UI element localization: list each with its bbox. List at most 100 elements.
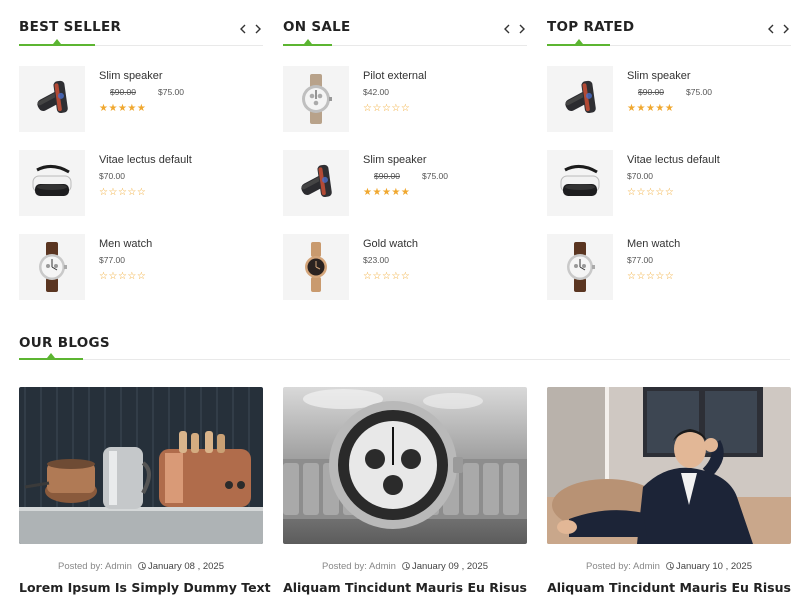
best-seller-section: BEST SELLER xyxy=(19,0,263,46)
star-icon: ★ xyxy=(136,103,147,114)
product-item[interactable]: Slim speaker $90.00 $75.00 ★★★★★ xyxy=(283,150,527,216)
old-price: $90.00 xyxy=(638,87,664,97)
product-item[interactable]: Vitae lectus default $70.00 ☆☆☆☆☆ xyxy=(19,150,263,216)
product-thumbnail[interactable] xyxy=(283,66,349,132)
star-icon: ☆ xyxy=(372,271,382,282)
post-date: January 09 , 2025 xyxy=(411,561,488,572)
star-icon: ☆ xyxy=(391,271,401,282)
star-rating: ☆☆☆☆☆ xyxy=(627,187,674,198)
product-thumbnail[interactable] xyxy=(19,234,85,300)
product-item[interactable]: Men watch $77.00 ☆☆☆☆☆ xyxy=(547,234,791,300)
star-icon: ☆ xyxy=(117,271,128,282)
star-rating: ☆☆☆☆☆ xyxy=(627,271,674,282)
blog-title-link[interactable]: Aliquam Tincidunt Mauris Eu Risus xyxy=(283,580,527,595)
clock-icon xyxy=(137,562,146,570)
product-name-link[interactable]: Men watch xyxy=(627,238,680,250)
product-item[interactable]: Gold watch $23.00 ☆☆☆☆☆ xyxy=(283,234,527,300)
product-name-link[interactable]: Vitae lectus default xyxy=(627,154,720,166)
chevron-right-icon[interactable] xyxy=(517,22,527,36)
old-price: $90.00 xyxy=(110,87,136,97)
star-rating: ☆☆☆☆☆ xyxy=(99,187,146,198)
current-price: $77.00 xyxy=(627,255,653,265)
product-item[interactable]: Men watch $77.00 ☆☆☆☆☆ xyxy=(19,234,263,300)
blog-image[interactable] xyxy=(283,387,527,544)
star-icon: ☆ xyxy=(108,271,118,282)
chevron-right-icon[interactable] xyxy=(781,22,791,36)
section-header: BEST SELLER xyxy=(19,0,263,46)
star-icon: ☆ xyxy=(645,271,656,282)
chevron-left-icon[interactable] xyxy=(765,22,775,36)
section-title: ON SALE xyxy=(283,19,351,35)
star-icon: ☆ xyxy=(400,103,411,114)
current-price: $77.00 xyxy=(99,255,125,265)
chevron-left-icon[interactable] xyxy=(237,22,247,36)
current-price: $75.00 xyxy=(422,171,448,181)
title-underline xyxy=(283,39,332,46)
blog-title-link[interactable]: Lorem Ipsum Is Simply Dummy Text xyxy=(19,580,271,595)
star-icon: ★ xyxy=(108,103,118,114)
star-rating: ★★★★★ xyxy=(627,103,674,114)
blog-title-link[interactable]: Aliquam Tincidunt Mauris Eu Risus xyxy=(547,580,791,595)
product-thumbnail[interactable] xyxy=(547,150,613,216)
star-icon: ☆ xyxy=(655,271,665,282)
product-thumbnail[interactable] xyxy=(283,234,349,300)
star-icon: ☆ xyxy=(664,187,675,198)
clock-icon xyxy=(401,562,410,570)
carousel-nav xyxy=(237,22,263,36)
product-thumbnail[interactable] xyxy=(547,66,613,132)
blog-image[interactable] xyxy=(547,387,791,544)
star-icon: ★ xyxy=(391,187,401,198)
product-name-link[interactable]: Pilot external xyxy=(363,70,427,82)
section-title: BEST SELLER xyxy=(19,19,122,35)
star-icon: ☆ xyxy=(372,103,382,114)
star-icon: ☆ xyxy=(136,187,147,198)
chevron-left-icon[interactable] xyxy=(501,22,511,36)
star-icon: ☆ xyxy=(127,187,137,198)
star-icon: ★ xyxy=(372,187,382,198)
star-icon: ☆ xyxy=(645,187,656,198)
product-name-link[interactable]: Slim speaker xyxy=(363,154,427,166)
star-icon: ☆ xyxy=(136,271,147,282)
product-thumbnail[interactable] xyxy=(19,150,85,216)
product-item[interactable]: Pilot external $42.00 ☆☆☆☆☆ xyxy=(283,66,527,132)
price-row: $23.00 xyxy=(363,255,389,265)
price-row: $70.00 xyxy=(627,171,653,181)
blog-image[interactable] xyxy=(19,387,263,544)
carousel-nav xyxy=(765,22,791,36)
star-icon: ★ xyxy=(400,187,411,198)
star-rating: ☆☆☆☆☆ xyxy=(99,271,146,282)
product-item[interactable]: Vitae lectus default $70.00 ☆☆☆☆☆ xyxy=(547,150,791,216)
posted-by: Posted by: Admin xyxy=(322,561,396,572)
chevron-right-icon[interactable] xyxy=(253,22,263,36)
current-price: $70.00 xyxy=(627,171,653,181)
blog-card: Posted by: Admin January 10 , 2025 Aliquam… xyxy=(547,387,791,595)
star-icon: ★ xyxy=(655,103,665,114)
product-name-link[interactable]: Gold watch xyxy=(363,238,418,250)
product-name-link[interactable]: Slim speaker xyxy=(627,70,691,82)
star-rating: ☆☆☆☆☆ xyxy=(363,103,410,114)
product-thumbnail[interactable] xyxy=(547,234,613,300)
star-rating: ★★★★★ xyxy=(363,187,410,198)
title-underline xyxy=(547,39,610,46)
product-name-link[interactable]: Men watch xyxy=(99,238,152,250)
blogs-title: OUR BLOGS xyxy=(19,335,110,351)
product-thumbnail[interactable] xyxy=(19,66,85,132)
product-name-link[interactable]: Vitae lectus default xyxy=(99,154,192,166)
price-row: $70.00 xyxy=(99,171,125,181)
price-row: $77.00 xyxy=(627,255,653,265)
product-item[interactable]: Slim speaker $90.00 $75.00 ★★★★★ xyxy=(547,66,791,132)
posted-by: Posted by: Admin xyxy=(58,561,132,572)
star-icon: ☆ xyxy=(108,187,118,198)
price-row: $90.00 $75.00 xyxy=(627,87,712,97)
section-title: TOP RATED xyxy=(547,19,635,35)
blogs-header: OUR BLOGS xyxy=(19,314,790,360)
section-header: TOP RATED xyxy=(547,0,791,46)
product-item[interactable]: Slim speaker $90.00 $75.00 ★★★★★ xyxy=(19,66,263,132)
blog-meta: Posted by: Admin January 10 , 2025 xyxy=(547,561,791,572)
price-row: $90.00 $75.00 xyxy=(363,171,448,181)
product-thumbnail[interactable] xyxy=(283,150,349,216)
star-icon: ☆ xyxy=(381,271,392,282)
star-icon: ☆ xyxy=(655,187,665,198)
product-name-link[interactable]: Slim speaker xyxy=(99,70,163,82)
top-rated-section: TOP RATED xyxy=(547,0,791,46)
